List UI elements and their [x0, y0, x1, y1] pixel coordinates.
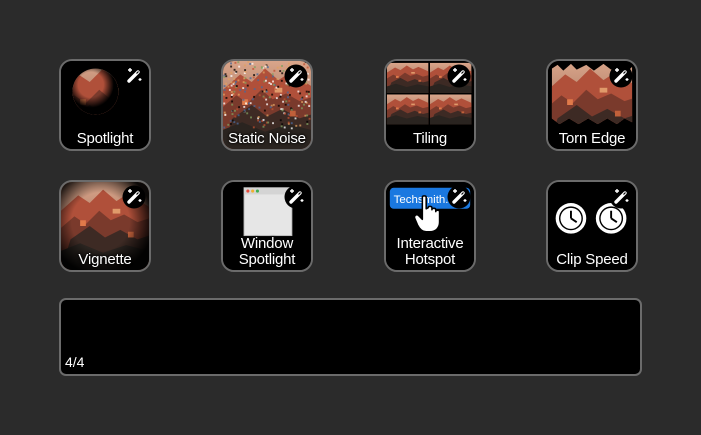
effect-tile-vignette[interactable]: Vignette: [59, 180, 151, 272]
magic-wand-icon: [284, 64, 308, 88]
magic-wand-icon: [284, 185, 308, 209]
effect-tile-tiling[interactable]: Tiling: [384, 59, 476, 151]
effect-label: Window Spotlight: [238, 235, 296, 268]
effect-tile-spotlight[interactable]: Spotlight: [59, 59, 151, 151]
effect-tile-window-spotlight[interactable]: Window Spotlight: [221, 180, 313, 272]
effect-label: Interactive Hotspot: [396, 235, 464, 268]
effect-tile-clip-speed[interactable]: Clip Speed: [546, 180, 638, 272]
effect-label: Static Noise: [228, 130, 306, 147]
magic-wand-icon: [122, 185, 146, 209]
magic-wand-icon: [447, 64, 471, 88]
effect-label: Tiling: [412, 130, 448, 147]
clock-icon: [555, 203, 587, 234]
magic-wand-icon: [609, 64, 633, 88]
effect-label: Clip Speed: [556, 251, 628, 268]
page-counter: 4/4: [65, 354, 85, 370]
effect-tile-torn-edge[interactable]: Torn Edge: [546, 59, 638, 151]
effects-preview-panel: 4/4: [59, 298, 642, 376]
magic-wand-icon: [447, 185, 471, 209]
effect-label: Spotlight: [76, 130, 134, 147]
effect-tile-static-noise[interactable]: Static Noise: [221, 59, 313, 151]
effect-label: Vignette: [78, 251, 132, 268]
magic-wand-icon: [122, 64, 146, 88]
effect-label: Torn Edge: [558, 130, 626, 147]
magic-wand-icon: [609, 185, 633, 209]
effect-tile-interactive-hotspot[interactable]: Techsmith.c Interactive Hotspot: [384, 180, 476, 272]
